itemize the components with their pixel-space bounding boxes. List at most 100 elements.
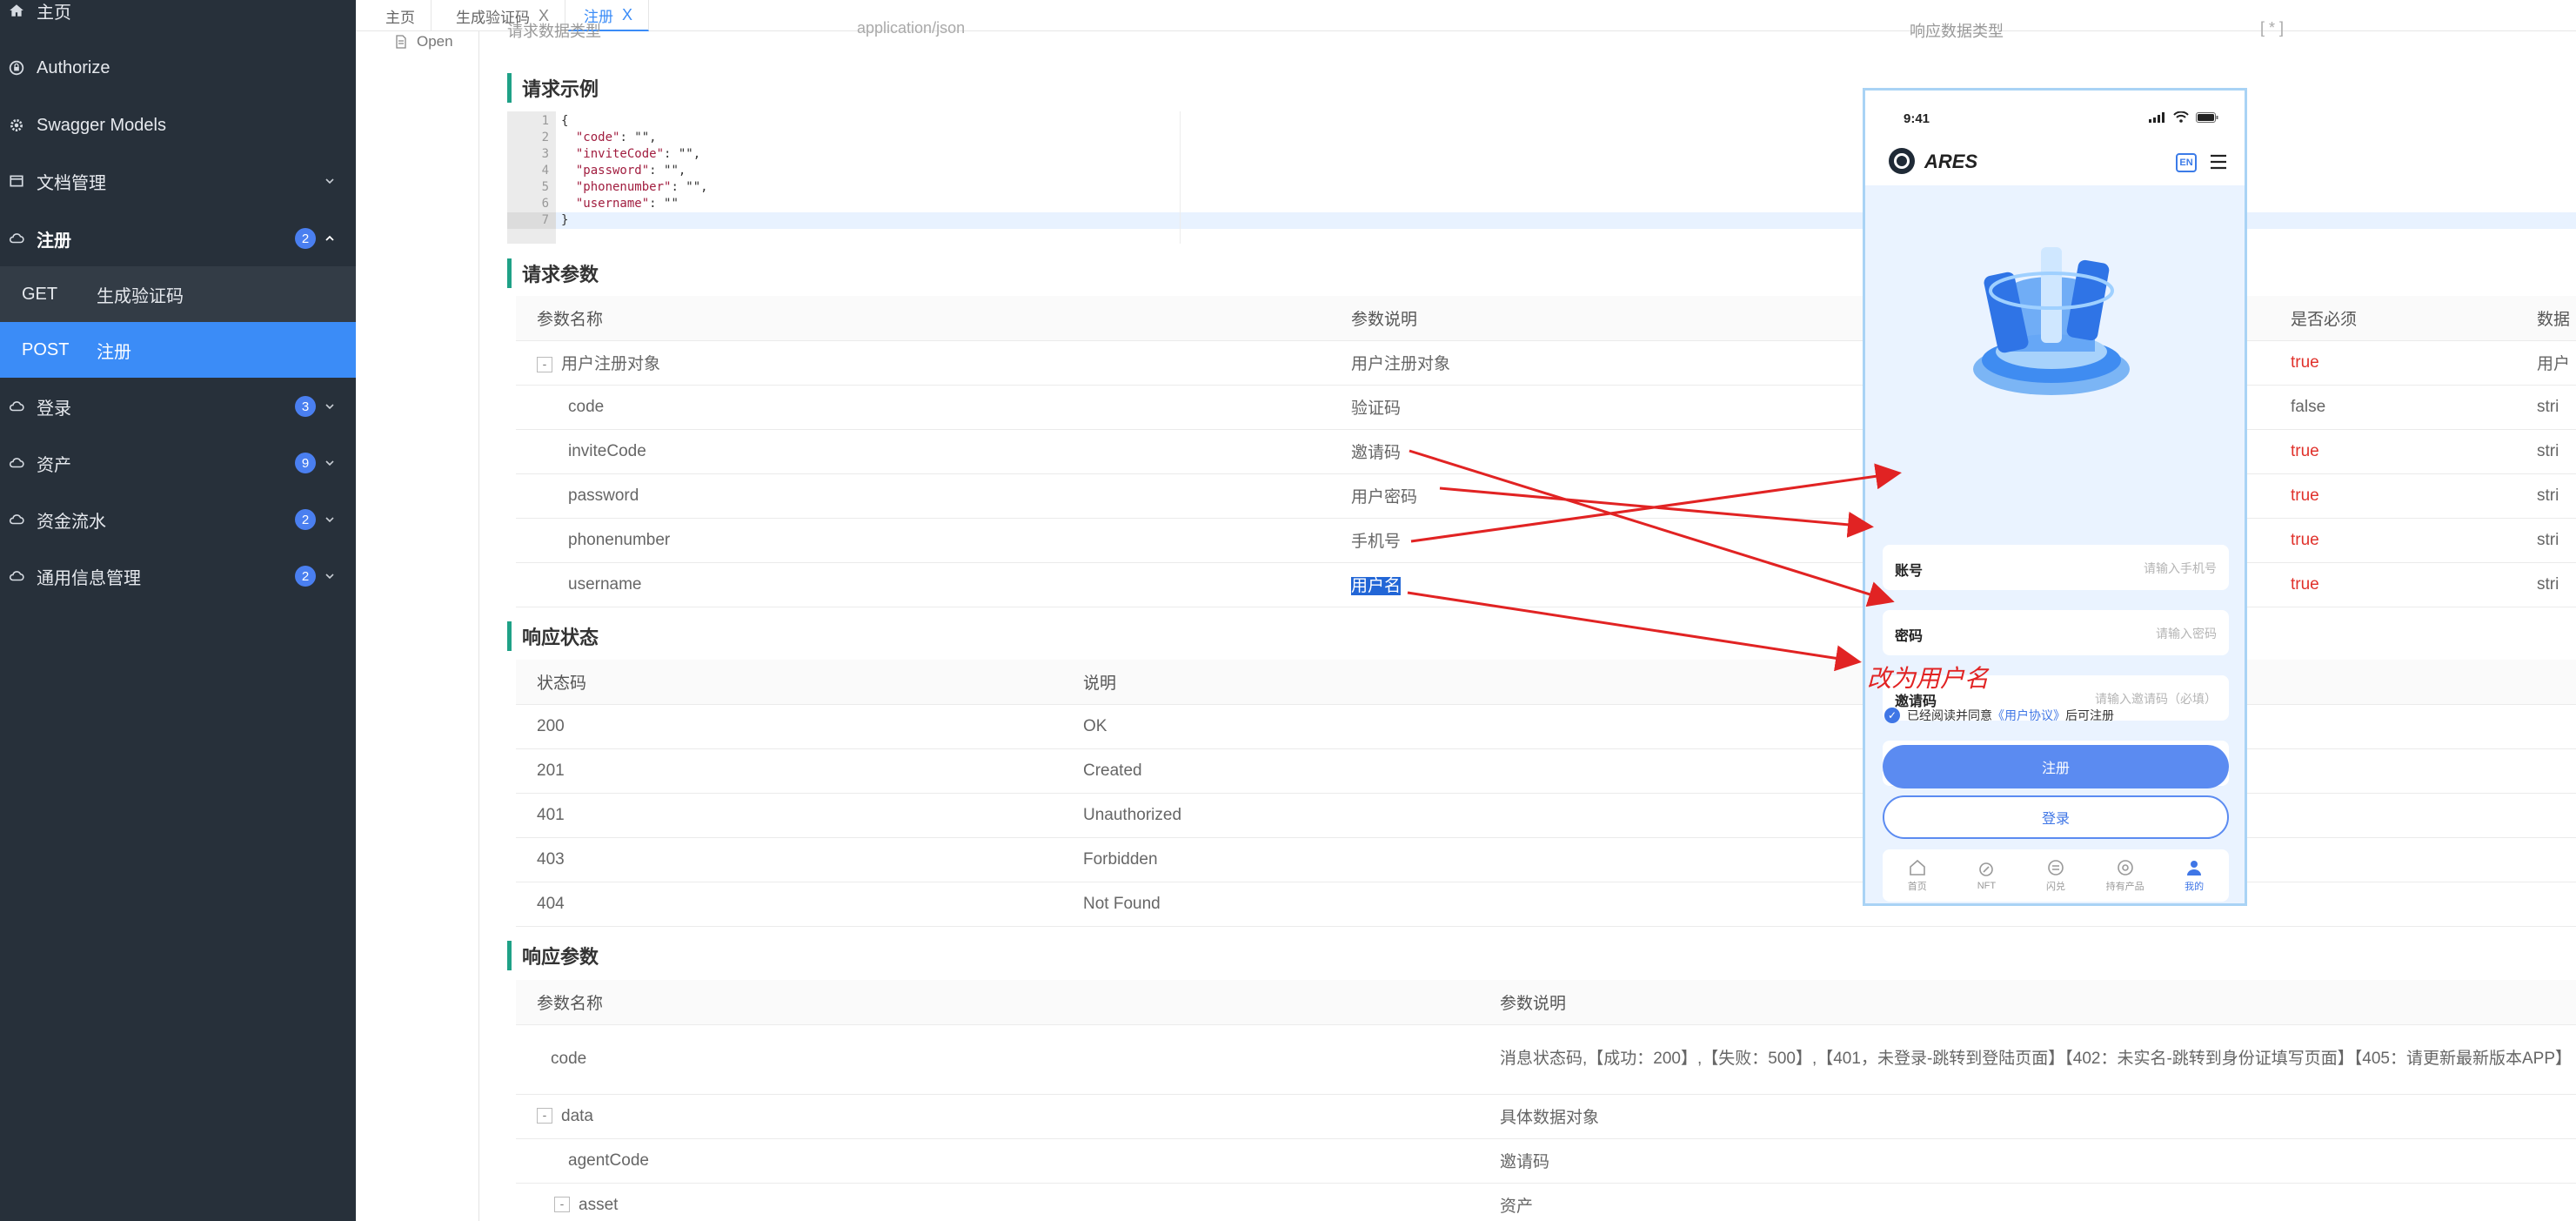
agree-suffix: 后可注册 xyxy=(2065,708,2114,722)
sidebar-item-assets[interactable]: 资产 9 xyxy=(0,435,356,491)
close-icon[interactable]: X xyxy=(622,6,632,24)
nav-mine[interactable]: 我的 xyxy=(2168,858,2220,893)
agreement-checkbox[interactable]: ✓ 已经阅读并同意 《用户协议》 后可注册 xyxy=(1884,707,2114,724)
battery-icon xyxy=(2196,111,2218,123)
sidebar-item-common-info[interactable]: 通用信息管理 2 xyxy=(0,548,356,604)
request-type-value: application/json xyxy=(857,19,966,37)
password-field[interactable]: 密码 请输入密码 xyxy=(1883,610,2229,655)
swap-icon xyxy=(2048,860,2064,875)
chevron-down-icon xyxy=(325,460,334,466)
nav-label: 我的 xyxy=(2185,882,2205,892)
column-header: 参数名称 xyxy=(516,980,1500,1025)
request-type-label: 请求数据类型 xyxy=(507,23,601,40)
sidebar-item-label: 登录 xyxy=(37,399,71,419)
phone-header: ARES EN xyxy=(1865,138,2245,185)
account-field[interactable]: 账号 请输入手机号 xyxy=(1883,545,2229,590)
sidebar-item-login[interactable]: 登录 3 xyxy=(0,379,356,434)
table-row: 401 Unauthorized xyxy=(516,793,2576,838)
nav-products[interactable]: 持有产品 xyxy=(2099,858,2151,893)
table-row: code 验证码 false stri xyxy=(516,385,2576,430)
status-desc: Not Found xyxy=(1083,882,2576,927)
param-required: true xyxy=(2291,562,2537,607)
tab-home[interactable]: 主页 xyxy=(370,0,432,31)
nav-label: 持有产品 xyxy=(2105,882,2144,892)
param-required: false xyxy=(2291,385,2537,430)
param-desc: 具体数据对象 xyxy=(1500,1094,2576,1139)
section-title-response-status: 响应状态 xyxy=(507,621,599,651)
phone-status-bar: 9:41 xyxy=(1865,91,2245,143)
section-title-request-example: 请求示例 xyxy=(507,73,599,103)
table-row: - data 具体数据对象 xyxy=(516,1094,2576,1139)
table-header-row: 状态码 说明 xyxy=(516,660,2576,705)
collapse-toggle[interactable]: - xyxy=(537,1108,552,1124)
collapse-toggle[interactable]: - xyxy=(537,356,552,372)
status-desc: OK xyxy=(1083,704,2576,749)
status-code: 403 xyxy=(516,837,1083,882)
cloud-icon xyxy=(7,397,26,416)
param-desc-selected: 用户名 xyxy=(1351,577,1402,595)
register-button[interactable]: 注册 xyxy=(1883,745,2229,788)
signal-icon xyxy=(2149,111,2165,123)
sidebar-item-home[interactable]: 主页 xyxy=(0,0,356,38)
annotation-note: 改为用户名 xyxy=(1867,664,1990,693)
home-icon xyxy=(1909,859,1925,875)
status-desc: Unauthorized xyxy=(1083,793,2576,838)
sidebar-item-authorize[interactable]: Authorize xyxy=(0,40,356,96)
sidebar-item-swagger-models[interactable]: Swagger Models xyxy=(0,97,356,153)
table-row: - 用户注册对象 用户注册对象 true 用户 xyxy=(516,340,2576,386)
http-method: POST xyxy=(22,339,70,359)
status-code: 404 xyxy=(516,882,1083,927)
param-required: true xyxy=(2291,340,2537,386)
nav-label: NFT xyxy=(1977,881,1997,891)
user-icon xyxy=(2187,861,2202,875)
request-params-table: 参数名称 参数说明 是否必须 数据 - 用户注册对象 用户注册对象 true 用户… xyxy=(516,296,2576,607)
user-agreement-link[interactable]: 《用户协议》 xyxy=(1992,707,2065,724)
field-placeholder: 请输入手机号 xyxy=(2144,561,2217,575)
param-type: stri xyxy=(2537,473,2576,519)
param-name: username xyxy=(516,562,1351,607)
field-placeholder: 请输入邀请码（必填） xyxy=(2095,692,2217,706)
table-row: 403 Forbidden xyxy=(516,837,2576,882)
language-toggle[interactable]: EN xyxy=(2176,153,2197,172)
code-editor[interactable]: 1{ 2 "code": "", 3 "inviteCode": "", 4 "… xyxy=(507,111,2576,244)
count-badge: 3 xyxy=(295,396,316,417)
sidebar-item-register[interactable]: 注册 2 xyxy=(0,211,356,266)
open-link[interactable]: Open xyxy=(394,31,453,52)
nav-swap[interactable]: 闪兑 xyxy=(2030,858,2082,893)
menu-icon[interactable] xyxy=(2210,154,2227,170)
param-name: asset xyxy=(579,1195,619,1214)
sidebar-item-label: 资产 xyxy=(37,455,71,475)
code-line: 1{ xyxy=(541,114,569,128)
column-header: 说明 xyxy=(1083,660,2576,705)
collapse-toggle[interactable]: - xyxy=(554,1197,570,1213)
count-badge: 2 xyxy=(295,566,316,587)
sidebar-item-label: 主页 xyxy=(37,3,71,23)
sidebar-item-cash-flow[interactable]: 资金流水 2 xyxy=(0,492,356,547)
param-name: password xyxy=(516,473,1351,519)
column-header: 是否必须 xyxy=(2291,296,2537,341)
nav-nft[interactable]: NFT xyxy=(1960,860,2012,891)
field-label: 账号 xyxy=(1895,564,1924,579)
code-line: 5 "phonenumber": "", xyxy=(541,180,708,194)
param-type: stri xyxy=(2537,429,2576,474)
sidebar-sub-get-captcha[interactable]: GET 生成验证码 xyxy=(0,266,356,322)
sidebar-sub-label: 注册 xyxy=(97,342,131,362)
table-row: agentCode 邀请码 xyxy=(516,1138,2576,1184)
sidebar-sub-post-register[interactable]: POST 注册 xyxy=(0,322,356,378)
section-title-request-params: 请求参数 xyxy=(507,258,599,288)
nav-home[interactable]: 首页 xyxy=(1891,858,1944,893)
param-name: phonenumber xyxy=(516,518,1351,563)
table-row: password 用户密码 true stri xyxy=(516,473,2576,519)
table-row: 201 Created xyxy=(516,748,2576,794)
response-status-table: 状态码 说明 200 OK 201 Created 401 Unauthorized … xyxy=(516,660,2576,927)
param-desc: 资产 xyxy=(1500,1183,2576,1221)
login-button[interactable]: 登录 xyxy=(1883,795,2229,839)
nft-icon xyxy=(1979,862,1994,876)
phone-mockup: 9:41 ARES EN 账号 请输入手机号 密码 请输入密码 邀请码 请输入邀… xyxy=(1863,88,2247,906)
table-row: 404 Not Found xyxy=(516,882,2576,927)
table-row: inviteCode 邀请码 true stri xyxy=(516,429,2576,474)
check-icon: ✓ xyxy=(1884,708,1900,723)
sidebar-item-doc-manage[interactable]: 文档管理 xyxy=(0,153,356,209)
code-line: 3 "inviteCode": "", xyxy=(541,147,701,161)
table-row: 200 OK xyxy=(516,704,2576,749)
